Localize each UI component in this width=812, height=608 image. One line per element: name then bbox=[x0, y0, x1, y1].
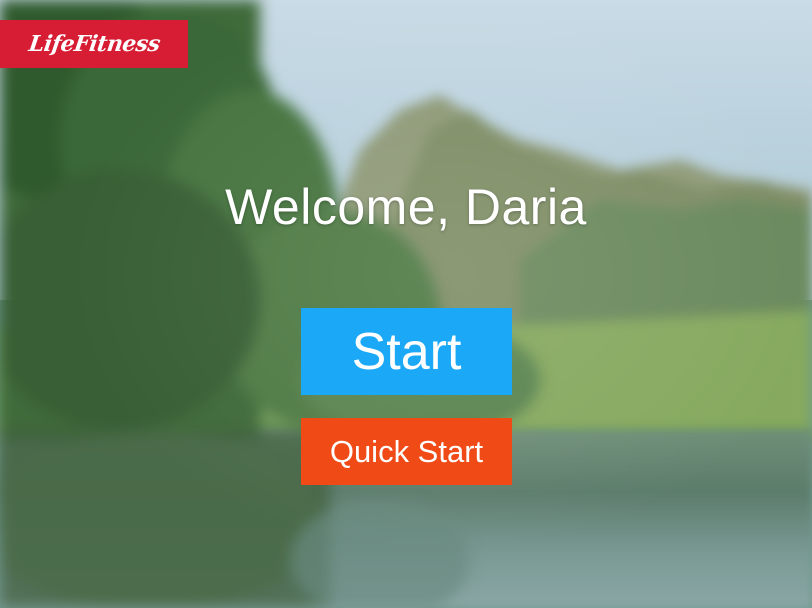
haze-overlay bbox=[0, 0, 812, 608]
lifefitness-logo: LifeFitness bbox=[0, 20, 188, 68]
quick-start-button[interactable]: Quick Start bbox=[301, 418, 512, 485]
start-button[interactable]: Start bbox=[301, 308, 512, 395]
welcome-message: Welcome, Daria bbox=[225, 179, 587, 235]
logo-wordmark: LifeFitness bbox=[26, 31, 162, 57]
welcome-screen: LifeFitness Welcome, Daria Start Quick S… bbox=[0, 0, 812, 608]
landscape-background bbox=[0, 0, 812, 608]
